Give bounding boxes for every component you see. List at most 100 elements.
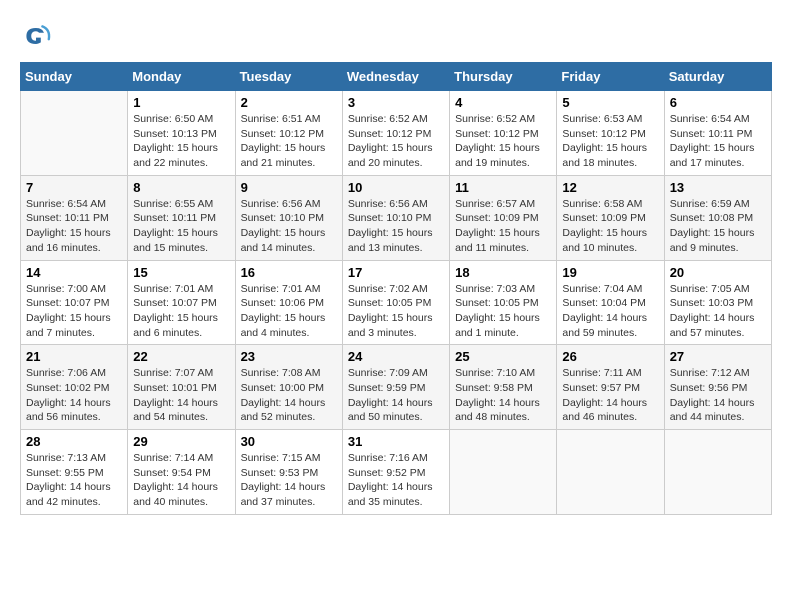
calendar-cell: 19 Sunrise: 7:04 AM Sunset: 10:04 PM Dayl…: [557, 260, 664, 345]
calendar-cell: 14 Sunrise: 7:00 AM Sunset: 10:07 PM Dayl…: [21, 260, 128, 345]
day-info: Sunrise: 6:54 AM Sunset: 10:11 PM Daylig…: [26, 197, 122, 256]
day-info: Sunrise: 6:53 AM Sunset: 10:12 PM Daylig…: [562, 112, 658, 171]
calendar-week-5: 28 Sunrise: 7:13 AM Sunset: 9:55 PM Dayli…: [21, 430, 772, 515]
calendar-cell: 25 Sunrise: 7:10 AM Sunset: 9:58 PM Dayli…: [450, 345, 557, 430]
day-info: Sunrise: 7:01 AM Sunset: 10:06 PM Daylig…: [241, 282, 337, 341]
day-number: 12: [562, 180, 658, 195]
calendar-table: SundayMondayTuesdayWednesdayThursdayFrid…: [20, 62, 772, 515]
calendar-cell: 2 Sunrise: 6:51 AM Sunset: 10:12 PM Dayli…: [235, 91, 342, 176]
day-info: Sunrise: 7:14 AM Sunset: 9:54 PM Dayligh…: [133, 451, 229, 510]
calendar-cell: 27 Sunrise: 7:12 AM Sunset: 9:56 PM Dayli…: [664, 345, 771, 430]
day-number: 26: [562, 349, 658, 364]
calendar-cell: 16 Sunrise: 7:01 AM Sunset: 10:06 PM Dayl…: [235, 260, 342, 345]
day-number: 17: [348, 265, 444, 280]
calendar-cell: 6Sunrise: 6:54 AM Sunset: 10:11 PM Dayli…: [664, 91, 771, 176]
day-info: Sunrise: 7:10 AM Sunset: 9:58 PM Dayligh…: [455, 366, 551, 425]
calendar-cell: 1 Sunrise: 6:50 AM Sunset: 10:13 PM Dayli…: [128, 91, 235, 176]
day-number: 25: [455, 349, 551, 364]
calendar-cell: 5 Sunrise: 6:53 AM Sunset: 10:12 PM Dayli…: [557, 91, 664, 176]
calendar-week-3: 14 Sunrise: 7:00 AM Sunset: 10:07 PM Dayl…: [21, 260, 772, 345]
day-info: Sunrise: 7:03 AM Sunset: 10:05 PM Daylig…: [455, 282, 551, 341]
weekday-header-tuesday: Tuesday: [235, 63, 342, 91]
day-info: Sunrise: 6:56 AM Sunset: 10:10 PM Daylig…: [241, 197, 337, 256]
day-info: Sunrise: 7:07 AM Sunset: 10:01 PM Daylig…: [133, 366, 229, 425]
calendar-cell: 17 Sunrise: 7:02 AM Sunset: 10:05 PM Dayl…: [342, 260, 449, 345]
day-number: 24: [348, 349, 444, 364]
day-number: 22: [133, 349, 229, 364]
calendar-cell: [664, 430, 771, 515]
day-number: 16: [241, 265, 337, 280]
calendar-cell: 9 Sunrise: 6:56 AM Sunset: 10:10 PM Dayli…: [235, 175, 342, 260]
day-number: 5: [562, 95, 658, 110]
day-info: Sunrise: 7:02 AM Sunset: 10:05 PM Daylig…: [348, 282, 444, 341]
day-info: Sunrise: 7:09 AM Sunset: 9:59 PM Dayligh…: [348, 366, 444, 425]
calendar-cell: 24 Sunrise: 7:09 AM Sunset: 9:59 PM Dayli…: [342, 345, 449, 430]
day-number: 6: [670, 95, 766, 110]
day-info: Sunrise: 7:00 AM Sunset: 10:07 PM Daylig…: [26, 282, 122, 341]
day-number: 13: [670, 180, 766, 195]
day-number: 14: [26, 265, 122, 280]
calendar-week-1: 1 Sunrise: 6:50 AM Sunset: 10:13 PM Dayli…: [21, 91, 772, 176]
day-info: Sunrise: 7:08 AM Sunset: 10:00 PM Daylig…: [241, 366, 337, 425]
day-info: Sunrise: 6:50 AM Sunset: 10:13 PM Daylig…: [133, 112, 229, 171]
day-number: 20: [670, 265, 766, 280]
day-number: 4: [455, 95, 551, 110]
calendar-cell: 26 Sunrise: 7:11 AM Sunset: 9:57 PM Dayli…: [557, 345, 664, 430]
calendar-cell: 21Sunrise: 7:06 AM Sunset: 10:02 PM Dayl…: [21, 345, 128, 430]
day-number: 19: [562, 265, 658, 280]
day-number: 23: [241, 349, 337, 364]
calendar-cell: 13Sunrise: 6:59 AM Sunset: 10:08 PM Dayl…: [664, 175, 771, 260]
day-info: Sunrise: 7:11 AM Sunset: 9:57 PM Dayligh…: [562, 366, 658, 425]
weekday-header-sunday: Sunday: [21, 63, 128, 91]
calendar-cell: [21, 91, 128, 176]
day-info: Sunrise: 7:01 AM Sunset: 10:07 PM Daylig…: [133, 282, 229, 341]
day-number: 3: [348, 95, 444, 110]
day-info: Sunrise: 6:51 AM Sunset: 10:12 PM Daylig…: [241, 112, 337, 171]
day-number: 30: [241, 434, 337, 449]
day-number: 31: [348, 434, 444, 449]
day-number: 29: [133, 434, 229, 449]
logo-icon: [20, 20, 52, 52]
day-info: Sunrise: 7:16 AM Sunset: 9:52 PM Dayligh…: [348, 451, 444, 510]
day-info: Sunrise: 6:52 AM Sunset: 10:12 PM Daylig…: [455, 112, 551, 171]
calendar-cell: 11 Sunrise: 6:57 AM Sunset: 10:09 PM Dayl…: [450, 175, 557, 260]
logo: [20, 20, 56, 52]
weekday-header-wednesday: Wednesday: [342, 63, 449, 91]
calendar-cell: 28 Sunrise: 7:13 AM Sunset: 9:55 PM Dayli…: [21, 430, 128, 515]
day-number: 9: [241, 180, 337, 195]
calendar-cell: 29 Sunrise: 7:14 AM Sunset: 9:54 PM Dayli…: [128, 430, 235, 515]
calendar-cell: 7 Sunrise: 6:54 AM Sunset: 10:11 PM Dayli…: [21, 175, 128, 260]
day-number: 10: [348, 180, 444, 195]
day-number: 21: [26, 349, 122, 364]
weekday-header-row: SundayMondayTuesdayWednesdayThursdayFrid…: [21, 63, 772, 91]
calendar-cell: 30Sunrise: 7:15 AM Sunset: 9:53 PM Dayli…: [235, 430, 342, 515]
day-number: 1: [133, 95, 229, 110]
day-info: Sunrise: 7:04 AM Sunset: 10:04 PM Daylig…: [562, 282, 658, 341]
page-header: [20, 20, 772, 52]
day-info: Sunrise: 6:55 AM Sunset: 10:11 PM Daylig…: [133, 197, 229, 256]
weekday-header-saturday: Saturday: [664, 63, 771, 91]
day-info: Sunrise: 7:05 AM Sunset: 10:03 PM Daylig…: [670, 282, 766, 341]
day-info: Sunrise: 6:57 AM Sunset: 10:09 PM Daylig…: [455, 197, 551, 256]
day-number: 7: [26, 180, 122, 195]
day-number: 8: [133, 180, 229, 195]
calendar-cell: 20 Sunrise: 7:05 AM Sunset: 10:03 PM Dayl…: [664, 260, 771, 345]
day-info: Sunrise: 7:12 AM Sunset: 9:56 PM Dayligh…: [670, 366, 766, 425]
calendar-cell: 23 Sunrise: 7:08 AM Sunset: 10:00 PM Dayl…: [235, 345, 342, 430]
calendar-cell: [450, 430, 557, 515]
day-number: 18: [455, 265, 551, 280]
calendar-cell: 22 Sunrise: 7:07 AM Sunset: 10:01 PM Dayl…: [128, 345, 235, 430]
day-info: Sunrise: 6:58 AM Sunset: 10:09 PM Daylig…: [562, 197, 658, 256]
day-info: Sunrise: 6:52 AM Sunset: 10:12 PM Daylig…: [348, 112, 444, 171]
calendar-cell: 15Sunrise: 7:01 AM Sunset: 10:07 PM Dayl…: [128, 260, 235, 345]
day-number: 27: [670, 349, 766, 364]
calendar-cell: 31 Sunrise: 7:16 AM Sunset: 9:52 PM Dayli…: [342, 430, 449, 515]
day-number: 28: [26, 434, 122, 449]
day-info: Sunrise: 7:13 AM Sunset: 9:55 PM Dayligh…: [26, 451, 122, 510]
day-number: 11: [455, 180, 551, 195]
calendar-cell: [557, 430, 664, 515]
calendar-week-4: 21Sunrise: 7:06 AM Sunset: 10:02 PM Dayl…: [21, 345, 772, 430]
day-number: 2: [241, 95, 337, 110]
weekday-header-friday: Friday: [557, 63, 664, 91]
calendar-cell: 12 Sunrise: 6:58 AM Sunset: 10:09 PM Dayl…: [557, 175, 664, 260]
